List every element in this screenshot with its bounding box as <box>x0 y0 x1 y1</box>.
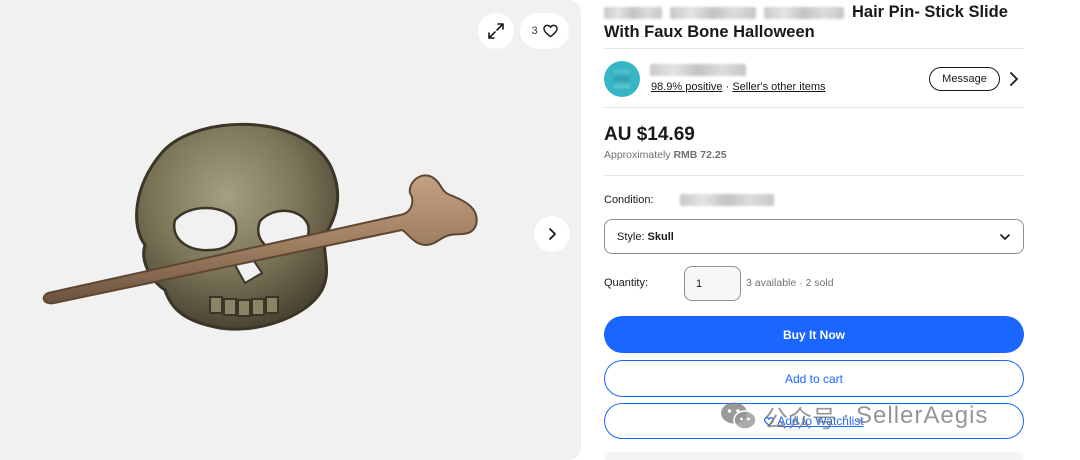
seller-other-items-link[interactable]: Seller's other items <box>732 81 825 93</box>
wechat-icon <box>721 402 757 430</box>
product-image[interactable] <box>40 105 490 345</box>
listing-title: Hair Pin- Stick Slide With Faux Bone Hal… <box>604 2 1024 42</box>
seller-avatar[interactable] <box>604 61 640 97</box>
expand-icon <box>488 23 504 39</box>
condition-value-redacted <box>680 194 774 206</box>
watermark-cn-text: 公众号 <box>764 405 836 433</box>
style-select[interactable]: Style: Skull <box>604 219 1024 254</box>
redacted-title-part <box>764 6 844 19</box>
chevron-right-icon[interactable] <box>1007 71 1021 87</box>
expand-gallery-button[interactable] <box>478 13 514 49</box>
quantity-availability: 3 available · 2 sold <box>746 277 834 289</box>
condition-label: Condition: <box>604 194 654 206</box>
watch-count-button[interactable]: 3 <box>520 13 569 49</box>
quantity-input[interactable] <box>684 266 741 301</box>
chevron-down-icon <box>1000 234 1010 240</box>
watermark-text: SellerAegis <box>856 402 989 429</box>
divider <box>604 48 1024 49</box>
watch-count: 3 <box>531 25 538 37</box>
redacted-title-part <box>670 6 756 19</box>
seller-feedback-link[interactable]: 98.9% positive <box>651 81 723 93</box>
redacted-title-part <box>604 6 662 19</box>
watermark: 公众号 · SellerAegis <box>720 400 989 433</box>
approx-price: Approximately RMB 72.25 <box>604 149 727 161</box>
divider <box>604 175 1024 176</box>
separator: · <box>725 81 730 93</box>
approx-prefix: Approximately <box>604 149 671 161</box>
image-gallery: 3 <box>0 0 581 460</box>
chevron-right-icon <box>549 228 556 240</box>
quantity-label: Quantity: <box>604 277 649 289</box>
watermark-dot: · <box>842 402 850 429</box>
seller-links: 98.9% positive · Seller's other items <box>651 81 826 93</box>
buy-it-now-button[interactable]: Buy It Now <box>604 316 1024 353</box>
heart-icon <box>542 24 558 38</box>
style-value: Skull <box>647 230 674 243</box>
seller-name-redacted[interactable] <box>650 64 746 76</box>
message-seller-button[interactable]: Message <box>929 67 1000 91</box>
approx-value: RMB 72.25 <box>673 149 727 161</box>
next-image-button[interactable] <box>534 216 570 252</box>
style-label: Style: <box>617 230 645 243</box>
add-to-cart-button[interactable]: Add to cart <box>604 360 1024 397</box>
divider <box>604 107 1024 108</box>
section-strip <box>604 452 1024 460</box>
price: AU $14.69 <box>604 124 695 145</box>
